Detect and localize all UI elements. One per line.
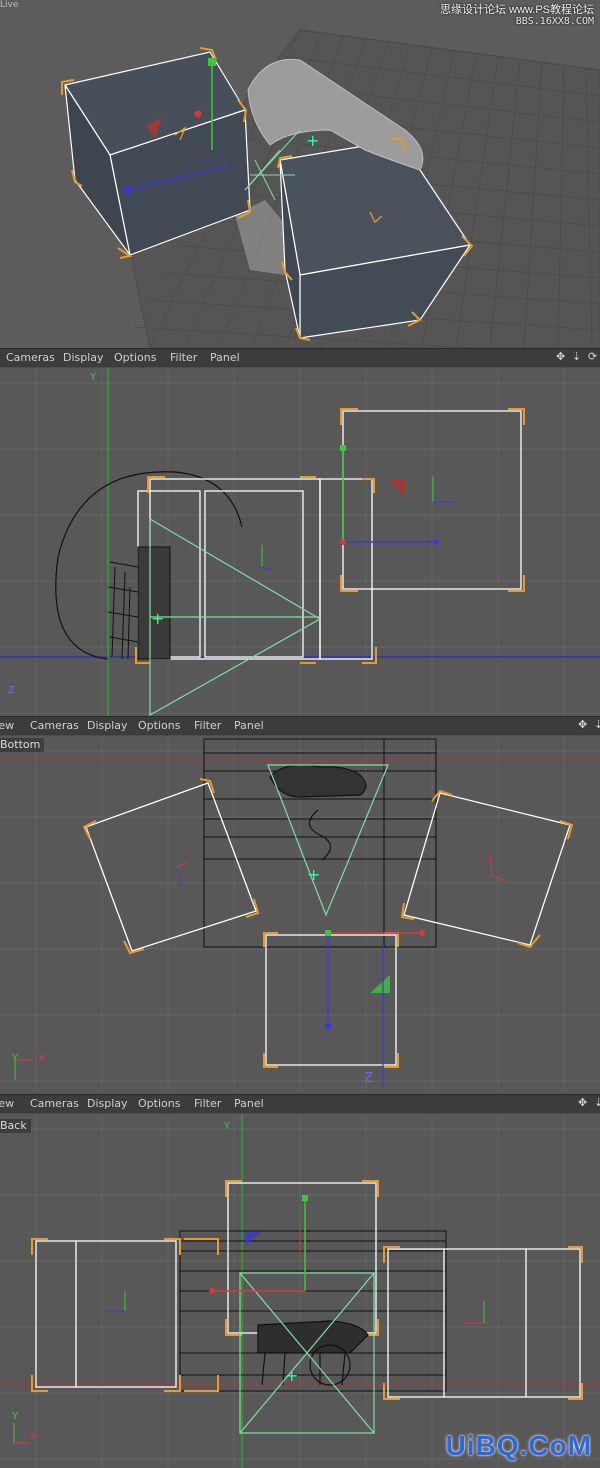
menu-panel[interactable]: Panel xyxy=(234,719,264,732)
bottom-view-scene[interactable]: + xyxy=(0,735,600,1093)
menu-filter[interactable]: Filter xyxy=(194,1097,221,1110)
axis-label-x: X xyxy=(38,1053,45,1064)
move-view-icon[interactable]: ✥ xyxy=(578,718,587,731)
move-view-icon[interactable]: ✥ xyxy=(556,350,565,363)
axis-label-x: X xyxy=(30,1431,37,1442)
svg-text:+: + xyxy=(285,1366,298,1385)
menu-cameras[interactable]: Cameras xyxy=(30,1097,79,1110)
right-viewport[interactable]: + Y Z xyxy=(0,367,600,716)
watermark-top: 思缘设计论坛 www.PS教程论坛 BBS.16XX8.COM xyxy=(440,4,594,28)
menu-cameras[interactable]: Cameras xyxy=(30,719,79,732)
back-view-scene[interactable]: + xyxy=(0,1113,600,1468)
perspective-view-label: Live xyxy=(0,0,19,10)
menu-options[interactable]: Options xyxy=(114,351,156,364)
right-view-menubar: Cameras Display Options Filter Panel ✥ ⇣… xyxy=(0,348,600,368)
chair-wireframe xyxy=(269,764,367,861)
menu-view[interactable]: View xyxy=(0,1097,14,1110)
bottom-view-menubar: View Cameras Display Options Filter Pane… xyxy=(0,716,600,736)
axis-label-z: Z xyxy=(8,685,15,696)
watermark-line1: 思缘设计论坛 www.PS教程论坛 xyxy=(439,4,594,16)
axis-label-y: Y xyxy=(90,372,97,383)
chair-wireframe xyxy=(107,546,171,660)
back-view-label: Back xyxy=(0,1119,31,1133)
zoom-view-icon[interactable]: ⇣ xyxy=(594,718,600,731)
watermark-line2: BBS.16XX8.COM xyxy=(515,16,594,27)
back-viewport[interactable]: + Back Y Y X xyxy=(0,1113,600,1468)
axis-label-y: Y xyxy=(224,1121,231,1132)
menu-panel[interactable]: Panel xyxy=(210,351,240,364)
menu-display[interactable]: Display xyxy=(87,719,128,732)
svg-text:+: + xyxy=(307,865,320,884)
menu-filter[interactable]: Filter xyxy=(170,351,197,364)
menu-display[interactable]: Display xyxy=(87,1097,128,1110)
back-view-menubar: View Cameras Display Options Filter Pane… xyxy=(0,1094,600,1114)
right-view-scene[interactable]: + xyxy=(0,367,600,716)
axis-label-y-corner: Y xyxy=(12,1411,19,1422)
zoom-view-icon[interactable]: ⇣ xyxy=(572,350,581,363)
axis-label-z: Z xyxy=(364,1071,373,1086)
menu-options[interactable]: Options xyxy=(138,719,180,732)
svg-text:+: + xyxy=(151,609,164,628)
bottom-viewport[interactable]: + Bottom Y X Z xyxy=(0,735,600,1093)
move-view-icon[interactable]: ✥ xyxy=(578,1096,587,1109)
perspective-viewport[interactable]: + 思缘设计论坛 www.PS教程论坛 BBS.16XX8.COM Live xyxy=(0,0,600,348)
svg-text:+: + xyxy=(306,131,319,150)
zoom-view-icon[interactable]: ⇣ xyxy=(594,1096,600,1109)
menu-panel[interactable]: Panel xyxy=(234,1097,264,1110)
menu-options[interactable]: Options xyxy=(138,1097,180,1110)
perspective-scene[interactable]: + xyxy=(0,0,600,348)
bottom-view-label: Bottom xyxy=(0,738,45,752)
axis-label-y: Y xyxy=(12,1053,19,1064)
menu-cameras[interactable]: Cameras xyxy=(6,351,55,364)
menu-display[interactable]: Display xyxy=(63,351,104,364)
rotate-view-icon[interactable]: ⟳ xyxy=(588,350,597,363)
menu-filter[interactable]: Filter xyxy=(194,719,221,732)
menu-view[interactable]: View xyxy=(0,719,14,732)
watermark-bottom: UiBQ.CoM xyxy=(445,1430,592,1461)
